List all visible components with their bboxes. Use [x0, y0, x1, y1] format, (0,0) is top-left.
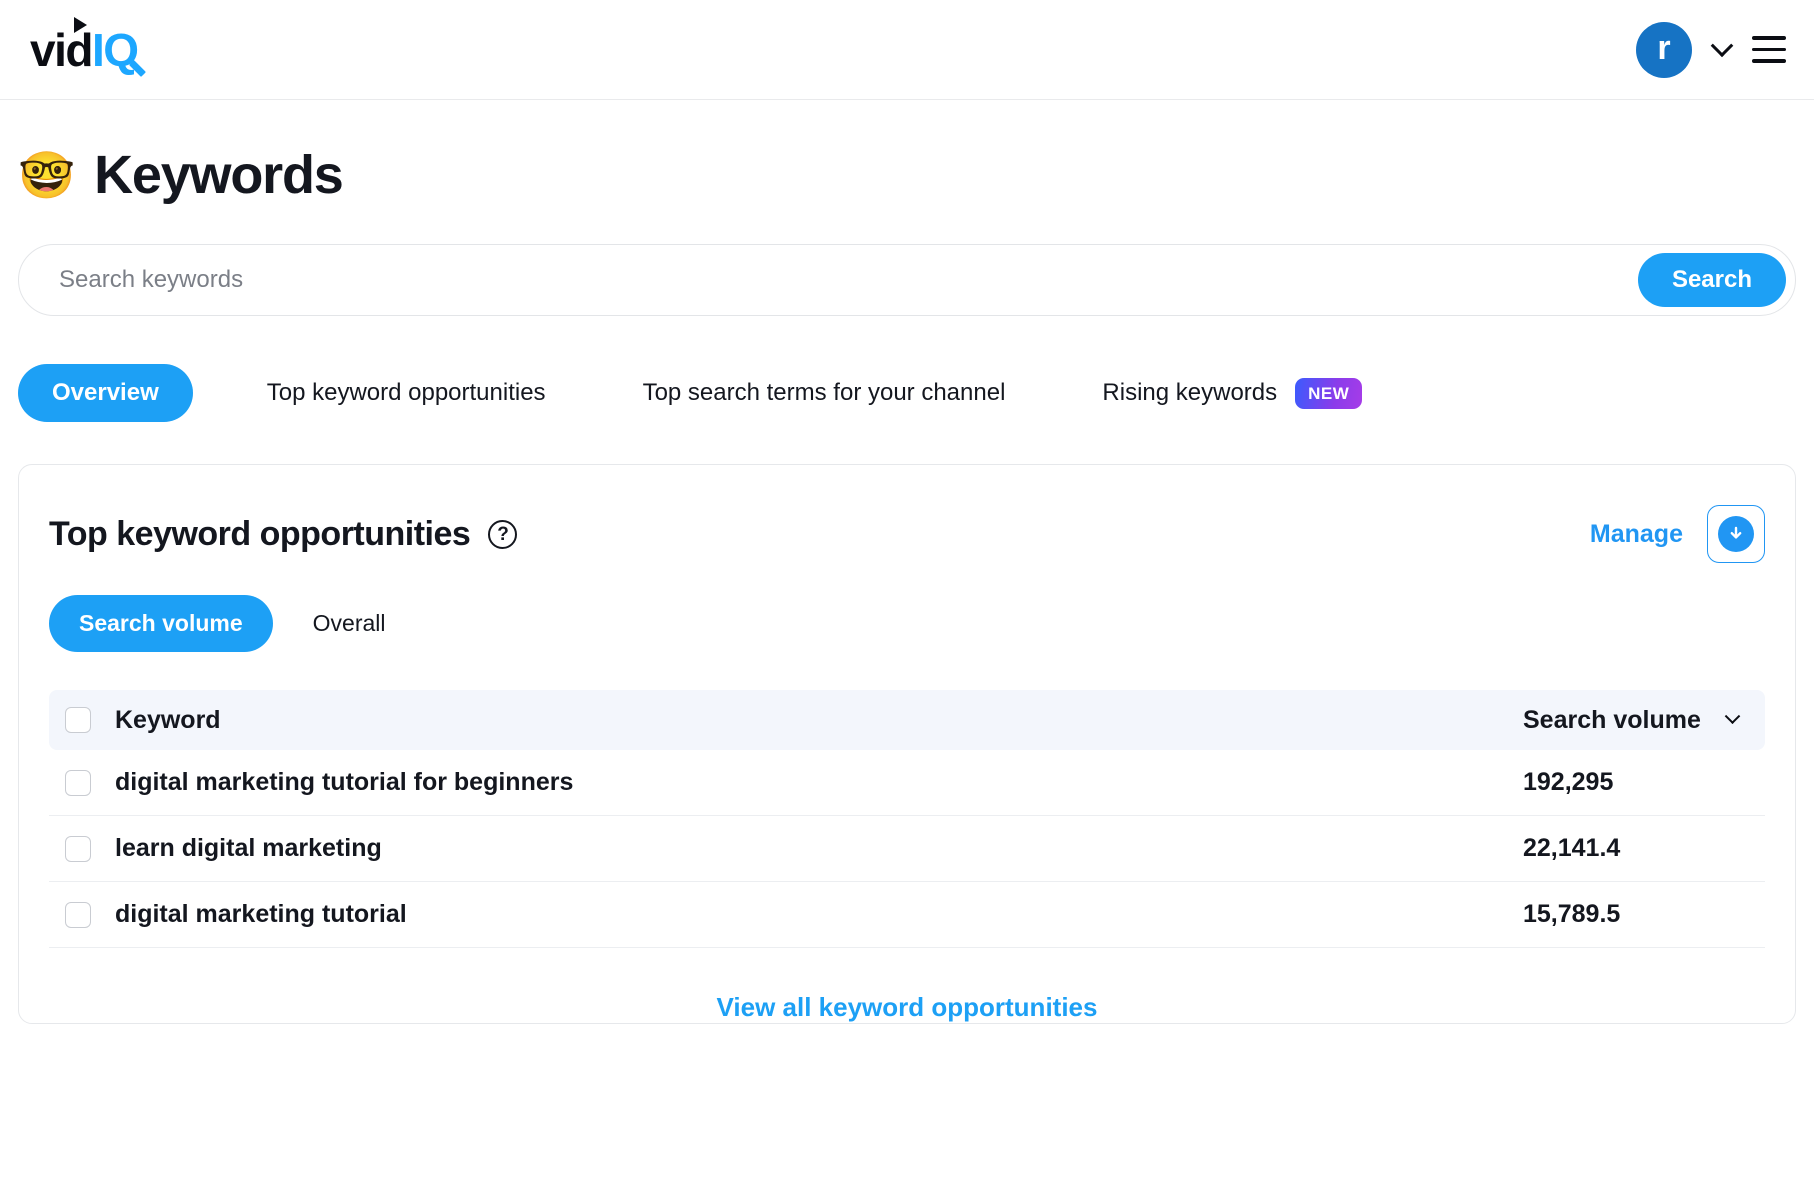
tab-rising-keywords-label: Rising keywords [1102, 379, 1277, 407]
row-search-volume: 192,295 [1483, 768, 1743, 797]
table-row[interactable]: learn digital marketing 22,141.4 [49, 816, 1765, 882]
view-all-keyword-opportunities-link[interactable]: View all keyword opportunities [49, 992, 1765, 1023]
page-title: 🤓 Keywords [18, 148, 1796, 202]
tab-top-search-terms[interactable]: Top search terms for your channel [643, 379, 1006, 407]
row-keyword: digital marketing tutorial [115, 900, 1483, 929]
subtab-search-volume[interactable]: Search volume [49, 595, 273, 652]
keyword-search-bar: Search [18, 244, 1796, 316]
tab-top-keyword-opportunities-label: Top keyword opportunities [267, 379, 546, 407]
table-row[interactable]: digital marketing tutorial for beginners… [49, 750, 1765, 816]
keyword-tabs: Overview Top keyword opportunities Top s… [18, 364, 1796, 422]
download-arrow-icon [1718, 516, 1754, 552]
tab-top-search-terms-label: Top search terms for your channel [643, 379, 1006, 407]
download-button[interactable] [1707, 505, 1765, 563]
hamburger-line-3 [1752, 59, 1786, 63]
card-title: Top keyword opportunities ? [49, 515, 517, 554]
card-title-text: Top keyword opportunities [49, 515, 470, 554]
page-container: 🤓 Keywords Search Overview Top keyword o… [0, 148, 1814, 1024]
column-header-search-volume-label: Search volume [1523, 706, 1701, 735]
tab-rising-keywords[interactable]: Rising keywords NEW [1102, 378, 1362, 409]
subtab-overall[interactable]: Overall [313, 610, 386, 637]
hamburger-menu-icon[interactable] [1752, 36, 1786, 63]
select-all-checkbox[interactable] [65, 707, 91, 733]
card-actions: Manage [1590, 505, 1765, 563]
column-header-keyword[interactable]: Keyword [115, 706, 1483, 735]
top-keyword-opportunities-card: Top keyword opportunities ? Manage Searc… [18, 464, 1796, 1024]
table-row[interactable]: digital marketing tutorial 15,789.5 [49, 882, 1765, 948]
tab-top-keyword-opportunities[interactable]: Top keyword opportunities [267, 379, 546, 407]
row-search-volume: 22,141.4 [1483, 834, 1743, 863]
avatar[interactable]: r [1636, 22, 1692, 78]
row-keyword: learn digital marketing [115, 834, 1483, 863]
row-keyword: digital marketing tutorial for beginners [115, 768, 1483, 797]
page-title-text: Keywords [94, 148, 342, 202]
row-checkbox[interactable] [65, 902, 91, 928]
top-bar-right-group: r [1636, 22, 1786, 78]
tab-overview[interactable]: Overview [18, 364, 193, 422]
manage-link[interactable]: Manage [1590, 520, 1683, 549]
keyword-opportunities-table: Keyword Search volume digital marketing … [49, 690, 1765, 1023]
hamburger-line-2 [1752, 48, 1786, 52]
search-input[interactable] [57, 265, 1638, 295]
row-search-volume: 15,789.5 [1483, 900, 1743, 929]
logo-text-vid: vid [30, 27, 92, 73]
help-icon[interactable]: ? [488, 520, 517, 549]
table-header-row: Keyword Search volume [49, 690, 1765, 750]
hamburger-line-1 [1752, 36, 1786, 40]
row-checkbox[interactable] [65, 836, 91, 862]
search-button[interactable]: Search [1638, 253, 1786, 307]
new-badge: NEW [1295, 378, 1362, 409]
card-header: Top keyword opportunities ? Manage [49, 505, 1765, 563]
tab-overview-label: Overview [52, 379, 159, 407]
nerd-face-emoji: 🤓 [18, 152, 74, 198]
row-checkbox[interactable] [65, 770, 91, 796]
play-triangle-icon [74, 17, 87, 33]
chevron-down-icon[interactable] [1711, 34, 1734, 57]
vidiq-logo[interactable]: vid IQ [30, 27, 138, 73]
metric-subtabs: Search volume Overall [49, 595, 1765, 652]
sort-chevron-down-icon[interactable] [1725, 708, 1741, 724]
column-header-search-volume[interactable]: Search volume [1483, 706, 1743, 735]
top-navigation-bar: vid IQ r [0, 0, 1814, 100]
